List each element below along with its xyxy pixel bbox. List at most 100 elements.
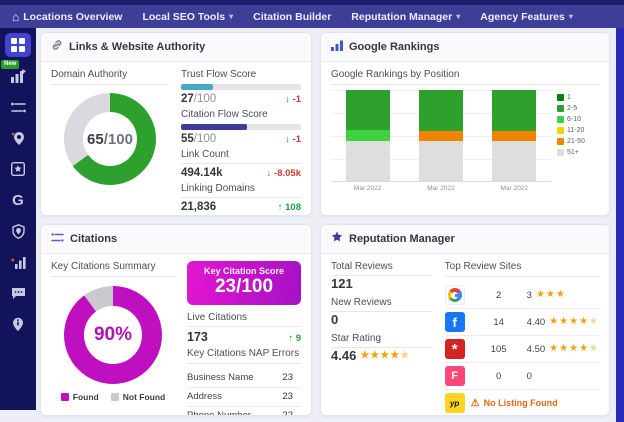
review-rating: 4.40 ★★★★★ — [527, 317, 599, 328]
metric-linking-domains: Linking Domains 21,836 ↑ 108 — [181, 183, 301, 213]
legend-item: 2-5 — [557, 105, 599, 112]
review-rating: 3 ★★★ — [527, 290, 599, 301]
legend-item: 1 — [557, 94, 599, 101]
chart-legend: 12-56-1011-2021-5051+ — [557, 90, 599, 192]
live-citations-label: Live Citations — [187, 312, 301, 327]
metric-citation-flow: Citation Flow Score 55/100 ↓ -1 — [181, 109, 301, 145]
sidebar-item-reviews[interactable] — [5, 157, 31, 181]
foursquare-logo-icon: F — [445, 366, 465, 386]
stat-new-reviews: New Reviews 0 — [331, 297, 431, 327]
metric-delta: ↓ -1 — [285, 94, 301, 105]
warning-icon: ⚠ — [471, 398, 480, 409]
stat-value: 4.46 ★★★★★ — [331, 348, 431, 363]
found-swatch — [61, 393, 69, 401]
review-site-row-facebook: f 14 4.40 ★★★★★ — [445, 309, 599, 336]
table-row: Phone Number22 — [187, 407, 301, 416]
nav-label: Locations Overview — [23, 11, 122, 23]
main-content: Links & Website Authority Domain Authori… — [40, 32, 610, 416]
stat-value: 121 — [331, 276, 431, 291]
table-row: Business Name23 — [187, 369, 301, 388]
sidebar-item-gbp-audit[interactable] — [5, 219, 31, 243]
info-pin-icon — [12, 317, 24, 332]
nav-label: Reputation Manager — [351, 11, 452, 23]
citations-icon — [51, 230, 64, 248]
metric-delta: ↓ -8.05k — [267, 168, 301, 179]
not-found-swatch — [111, 393, 119, 401]
table-row: Address23 — [187, 388, 301, 407]
nap-errors-table: Key Citations NAP Errors Business Name23… — [187, 348, 301, 416]
stacked-bar — [419, 90, 463, 181]
facebook-logo-icon: f — [445, 312, 465, 332]
metric-delta: ↓ -1 — [285, 134, 301, 145]
metric-value: 21,836 — [181, 201, 216, 213]
icon-sidebar: New G — [0, 28, 36, 410]
key-citations-summary-label: Key Citations Summary — [51, 261, 175, 277]
sidebar-item-rank-tracker[interactable]: New — [5, 64, 31, 88]
links-authority-card: Links & Website Authority Domain Authori… — [40, 32, 312, 216]
metric-trust-flow: Trust Flow Score 27/100 ↓ -1 — [181, 69, 301, 105]
google-rankings-chart: Mar 2022Mar 2022Mar 2022 12-56-1011-2021… — [331, 90, 599, 192]
citation-list-icon — [11, 101, 26, 114]
dashboard-app: ⌂ Locations Overview Local SEO Tools ▾ C… — [0, 0, 624, 422]
sidebar-item-listings[interactable] — [5, 312, 31, 336]
legend-not-found: Not Found — [111, 392, 165, 402]
nav-citation-builder[interactable]: Citation Builder — [253, 11, 331, 23]
stat-label: Total Reviews — [331, 261, 431, 276]
sidebar-item-google-tools[interactable]: G — [5, 188, 31, 212]
stat-label: New Reviews — [331, 297, 431, 312]
card-title: Links & Website Authority — [69, 41, 205, 53]
score-box-title: Key Citation Score — [193, 266, 295, 276]
citations-donut-value: 90% — [94, 324, 132, 346]
sidebar-item-citation-tracker[interactable] — [5, 95, 31, 119]
nav-local-seo-tools[interactable]: Local SEO Tools ▾ — [142, 11, 233, 23]
star-square-icon — [11, 162, 25, 176]
top-review-sites-label: Top Review Sites — [445, 261, 599, 277]
nav-reputation-manager[interactable]: Reputation Manager ▾ — [351, 11, 460, 23]
review-rating: 4.50 ★★★★★ — [527, 344, 599, 355]
nav-agency-features[interactable]: Agency Features ▾ — [480, 11, 573, 23]
sidebar-item-dashboard[interactable] — [5, 33, 31, 57]
citation-flow-bar — [181, 124, 301, 130]
chart-plot-area — [331, 90, 551, 182]
live-citations: Live Citations 173 ↑ 9 — [187, 312, 301, 344]
bar-chart-icon — [331, 38, 343, 56]
citations-card-header: Citations — [41, 225, 311, 254]
dashboard-grid-icon — [11, 38, 25, 52]
sidebar-item-signal-tracker[interactable] — [5, 250, 31, 274]
reputation-manager-card: Reputation Manager Total Reviews 121 New… — [320, 224, 610, 416]
legend-item: 51+ — [557, 149, 599, 156]
legend-item: 21-50 — [557, 138, 599, 145]
legend-found: Found — [61, 392, 99, 402]
sidebar-item-feedback[interactable] — [5, 281, 31, 305]
live-citations-delta: ↑ 9 — [288, 333, 301, 344]
metric-label: Linking Domains — [181, 183, 301, 198]
yelp-logo-icon: * — [445, 339, 465, 359]
yellowpages-logo-icon: yp — [445, 393, 465, 413]
citations-card: Citations Key Citations Summary 90% Foun… — [40, 224, 312, 416]
star-rating-stars: ★★★★★ — [360, 351, 410, 361]
stacked-bar — [346, 90, 390, 181]
rankings-card-header: Google Rankings — [321, 33, 609, 62]
metric-label: Link Count — [181, 149, 301, 164]
review-count: 2 — [471, 290, 527, 301]
chevron-down-icon: ▾ — [229, 12, 233, 21]
metric-delta: ↑ 108 — [278, 202, 301, 213]
review-site-row-google: 2 3 ★★★ — [445, 282, 599, 309]
nav-locations-overview[interactable]: ⌂ Locations Overview — [12, 11, 122, 23]
home-icon: ⌂ — [12, 11, 19, 23]
chat-bubble-icon — [11, 287, 26, 300]
stacked-bar — [492, 90, 536, 181]
domain-authority-donut: 65/100 — [64, 93, 156, 185]
metric-link-count: Link Count 494.14k ↓ -8.05k — [181, 149, 301, 179]
nav-label: Local SEO Tools — [142, 11, 225, 23]
card-title: Reputation Manager — [349, 233, 455, 245]
citations-legend: Found Not Found — [51, 392, 175, 402]
metric-label: Citation Flow Score — [181, 109, 301, 123]
chevron-down-icon: ▾ — [456, 12, 460, 21]
review-count: 0 — [471, 371, 527, 382]
score-box-value: 23/100 — [193, 276, 295, 298]
sidebar-item-local-search[interactable] — [5, 126, 31, 150]
google-rankings-card: Google Rankings Google Rankings by Posit… — [320, 32, 610, 216]
reputation-card-header: Reputation Manager — [321, 225, 609, 254]
legend-item: 11-20 — [557, 127, 599, 134]
